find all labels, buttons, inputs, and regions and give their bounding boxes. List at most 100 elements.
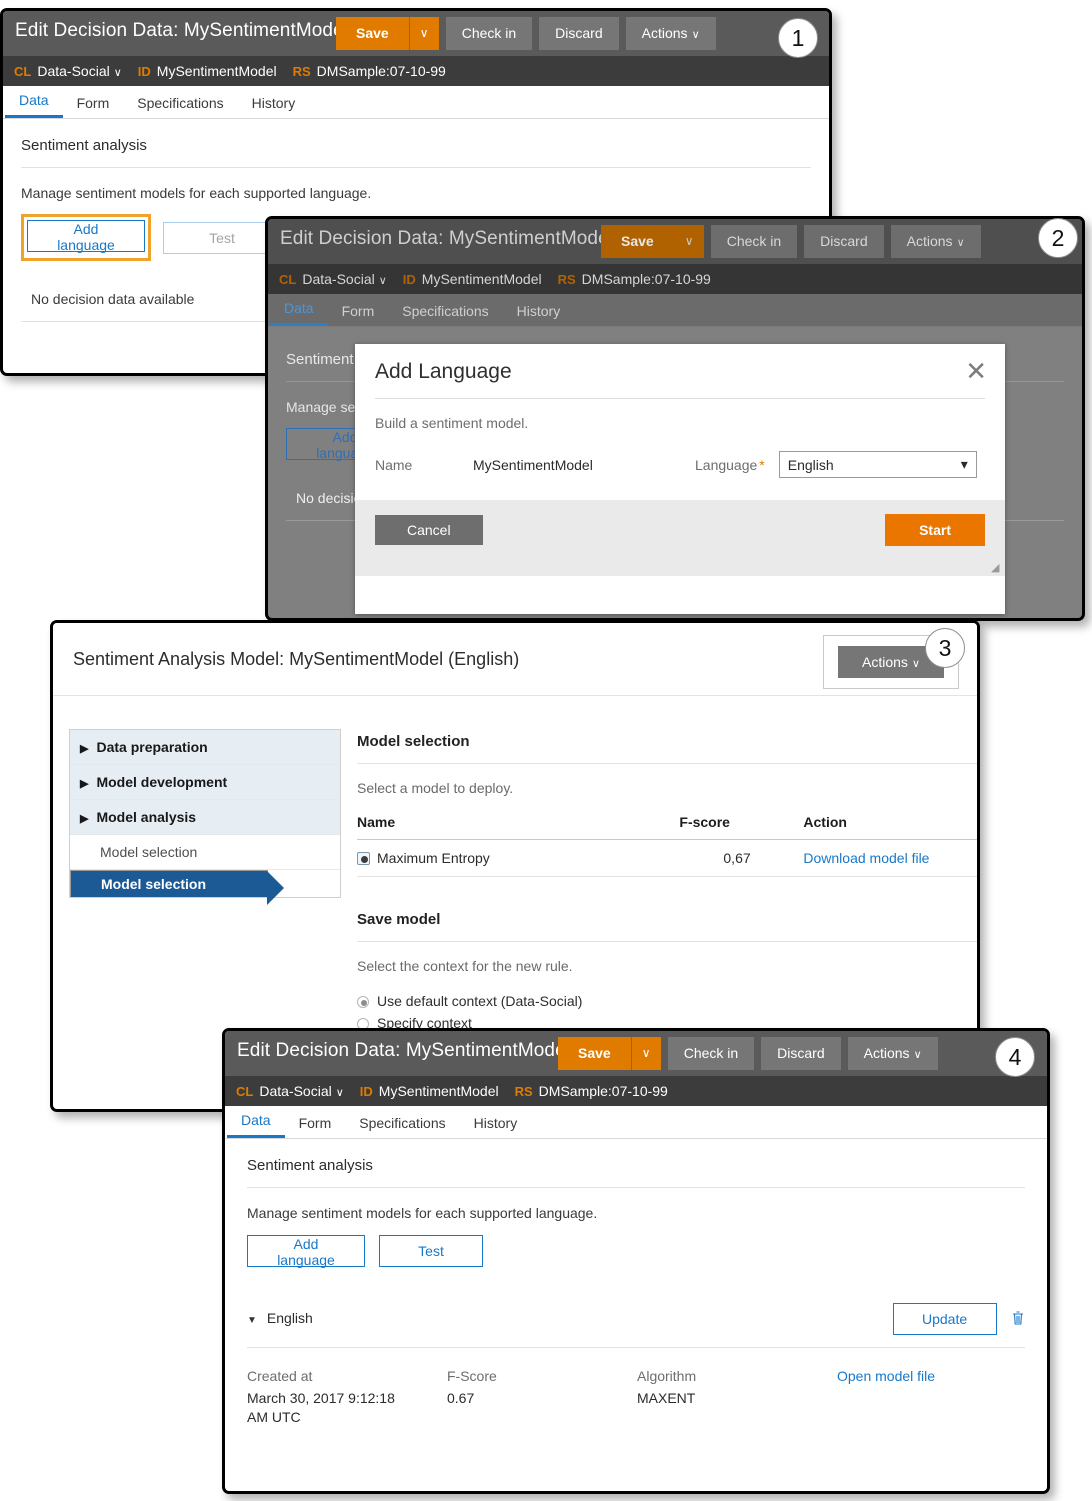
discard-button[interactable]: Discard	[804, 225, 884, 258]
language-label: Language *	[695, 457, 765, 473]
dialog-subtitle: Build a sentiment model.	[375, 415, 529, 431]
save-dropdown-caret-icon[interactable]: ∨	[408, 17, 439, 50]
context-option-default[interactable]: Use default context (Data-Social)	[357, 990, 977, 1012]
chevron-down-icon: ∨	[911, 658, 920, 670]
page-title: Edit Decision Data: MySentimentModel	[280, 228, 614, 249]
id-value: MySentimentModel	[421, 271, 542, 287]
radio-on-icon[interactable]	[357, 996, 369, 1008]
radio-selected-icon[interactable]	[357, 852, 370, 865]
add-language-button[interactable]: Add language	[27, 220, 145, 253]
chevron-down-icon: ∨	[691, 29, 700, 41]
nav-item-model-analysis[interactable]: ▶ Model analysis	[70, 800, 340, 835]
tab-form[interactable]: Form	[63, 95, 124, 118]
actions-button[interactable]: Actions ∨	[847, 1037, 938, 1070]
language-select[interactable]: English ▾	[778, 451, 977, 478]
actions-button[interactable]: Actions ∨	[890, 225, 981, 258]
id-tag: ID	[137, 63, 151, 79]
save-button[interactable]: Save	[336, 17, 409, 50]
name-value: MySentimentModel	[473, 456, 593, 473]
model-detail: Created at March 30, 2017 9:12:18 AM UTC…	[247, 1348, 1025, 1427]
table-row[interactable]: Maximum Entropy 0,67 Download model file	[357, 839, 977, 877]
tab-specifications[interactable]: Specifications	[123, 95, 237, 118]
tab-specifications[interactable]: Specifications	[388, 303, 502, 326]
actions-label: Actions	[862, 654, 908, 670]
tab-data[interactable]: Data	[270, 300, 328, 326]
save-button[interactable]: Save	[558, 1037, 631, 1070]
tab-data[interactable]: Data	[5, 92, 63, 118]
screenshot-stage: Edit Decision Data: MySentimentModel Sav…	[0, 0, 1092, 1501]
nav-item-model-development[interactable]: ▶ Model development	[70, 765, 340, 800]
detail-label: Created at	[247, 1368, 313, 1384]
tab-history[interactable]: History	[460, 1115, 532, 1138]
check-in-button[interactable]: Check in	[667, 1037, 755, 1070]
header-divider	[53, 695, 977, 715]
tab-form[interactable]: Form	[285, 1115, 346, 1138]
close-icon[interactable]: ✕	[965, 358, 987, 384]
save-model-note: Select the context for the new rule.	[357, 958, 573, 974]
check-in-button[interactable]: Check in	[710, 225, 798, 258]
actions-button[interactable]: Actions ∨	[625, 17, 716, 50]
open-model-file-link[interactable]: Open model file	[837, 1368, 935, 1384]
cl-value[interactable]: Data-Social ∨	[37, 63, 121, 79]
language-toggle[interactable]: ▼ English	[247, 1310, 313, 1328]
trash-icon[interactable]	[1011, 1310, 1025, 1331]
cancel-button[interactable]: Cancel	[375, 515, 483, 545]
dialog-body: Build a sentiment model. Name MySentimen…	[355, 399, 1005, 500]
nav-item-data-preparation[interactable]: ▶ Data preparation	[70, 730, 340, 765]
panel-4-content: Sentiment analysis Manage sentiment mode…	[225, 1139, 1047, 1427]
breadcrumb-4: CL Data-Social ∨ ID MySentimentModel RS D…	[225, 1076, 1047, 1106]
tab-history[interactable]: History	[238, 95, 310, 118]
discard-button[interactable]: Discard	[761, 1037, 841, 1070]
download-model-file-link[interactable]: Download model file	[803, 850, 929, 866]
page-title: Edit Decision Data: MySentimentModel	[15, 20, 349, 41]
model-window-title: Sentiment Analysis Model: MySentimentMod…	[73, 649, 520, 669]
nav-label: Model selection	[101, 876, 207, 892]
rs-value: DMSample:07-10-99	[316, 63, 446, 79]
detail-value: 0.67	[447, 1390, 475, 1406]
add-language-button[interactable]: Add language	[247, 1235, 365, 1268]
detail-value: MAXENT	[637, 1390, 696, 1406]
discard-button[interactable]: Discard	[539, 17, 619, 50]
tab-history[interactable]: History	[503, 303, 575, 326]
language-row: ▼ English Update	[247, 1289, 1025, 1348]
rs-value: DMSample:07-10-99	[538, 1083, 668, 1099]
dialog-footer: Cancel Start ◢	[355, 500, 1005, 576]
test-button[interactable]: Test	[379, 1235, 483, 1267]
context-option-label: Use default context (Data-Social)	[377, 993, 583, 1009]
model-name: Maximum Entropy	[377, 850, 490, 866]
start-button[interactable]: Start	[885, 514, 985, 546]
update-button[interactable]: Update	[892, 1303, 997, 1335]
detail-fscore: F-Score 0.67	[447, 1368, 637, 1427]
save-dropdown-caret-icon[interactable]: ∨	[630, 1037, 661, 1070]
tab-specifications[interactable]: Specifications	[345, 1115, 459, 1138]
chevron-down-icon: ∨	[335, 1087, 344, 1099]
detail-value: March 30, 2017 9:12:18 AM UTC	[247, 1390, 395, 1425]
dialog-form-row: Name MySentimentModel Language * English …	[375, 451, 985, 478]
id-value: MySentimentModel	[378, 1083, 499, 1099]
save-button[interactable]: Save	[601, 225, 674, 258]
cl-tag: CL	[236, 1083, 254, 1099]
nav-item-model-selection[interactable]: Model selection	[70, 835, 340, 870]
dialog-title: Add Language	[375, 360, 512, 383]
cl-value-text: Data-Social	[259, 1083, 332, 1099]
test-button: Test	[163, 221, 281, 254]
detail-algorithm: Algorithm MAXENT	[637, 1368, 837, 1427]
check-in-button[interactable]: Check in	[445, 17, 533, 50]
cl-value[interactable]: Data-Social ∨	[302, 271, 386, 287]
save-dropdown-caret-icon[interactable]: ∨	[673, 225, 704, 258]
language-name: English	[266, 1310, 313, 1326]
tab-data[interactable]: Data	[227, 1112, 285, 1138]
cl-value[interactable]: Data-Social ∨	[259, 1083, 343, 1099]
nav-label: Model selection	[100, 844, 198, 860]
chevron-down-icon: ∨	[113, 67, 122, 79]
rs-value: DMSample:07-10-99	[581, 271, 711, 287]
model-window-header: Sentiment Analysis Model: MySentimentMod…	[53, 623, 977, 695]
triangle-right-icon: ▶	[80, 743, 89, 755]
tab-form[interactable]: Form	[328, 303, 389, 326]
nav-item-model-selection-selected[interactable]: Model selection	[70, 870, 284, 905]
detail-label: Algorithm	[637, 1368, 697, 1384]
col-fscore: F-score	[679, 814, 804, 840]
cl-tag: CL	[14, 63, 32, 79]
table-header-row: Name F-score Action	[357, 814, 977, 840]
resize-handle-icon[interactable]: ◢	[991, 562, 1003, 574]
